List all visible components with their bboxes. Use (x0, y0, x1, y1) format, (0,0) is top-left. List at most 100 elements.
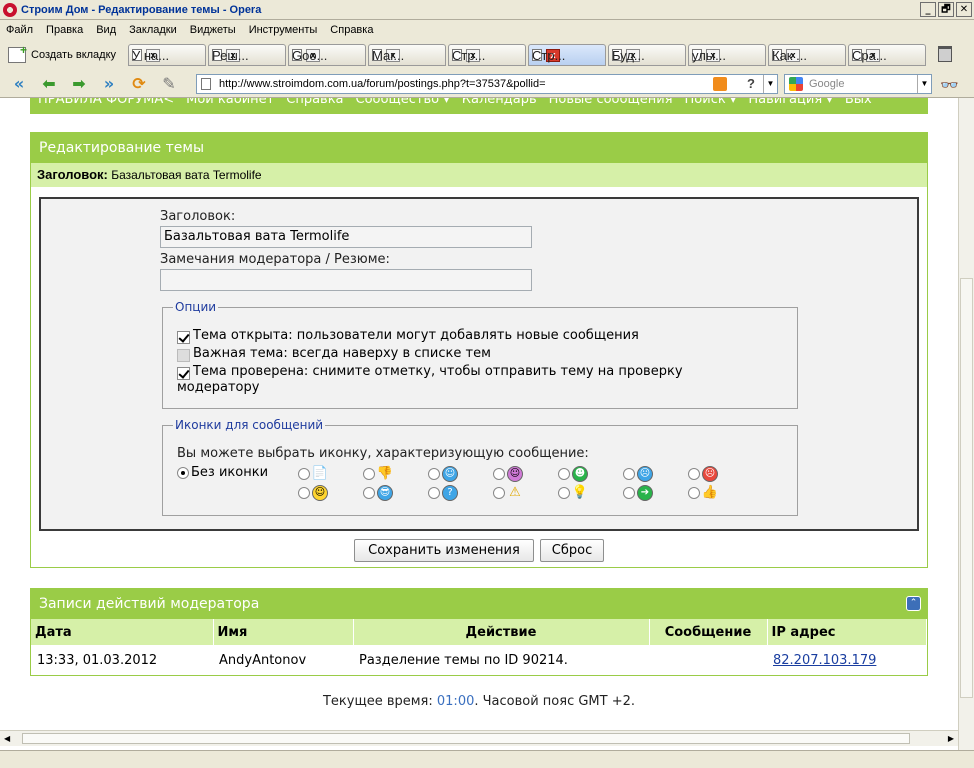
minimize-button[interactable]: _ (920, 2, 936, 17)
icon-option[interactable]: ☺ (428, 466, 458, 482)
scroll-right-icon[interactable]: ▶ (948, 734, 954, 743)
menu-bookmarks[interactable]: Закладки (129, 24, 177, 36)
tab[interactable]: Сра... x (848, 44, 926, 66)
nav-rules-link[interactable]: ПРАВИЛА ФОРУМА< (38, 98, 174, 107)
icon-option[interactable]: ➔ (623, 485, 653, 501)
icon-option[interactable]: ☻ (558, 466, 588, 482)
icon-option[interactable]: 📄 (298, 466, 328, 482)
icon-option[interactable]: ☹ (688, 466, 718, 482)
menu-help[interactable]: Справка (330, 24, 373, 36)
menu-file[interactable]: Файл (6, 24, 33, 36)
icon-option[interactable]: 👍 (688, 485, 718, 501)
ip-address-link[interactable]: 82.207.103.179 (773, 653, 876, 668)
nav-new-posts-link[interactable]: Новые сообщения (549, 98, 673, 107)
tab[interactable]: Маг... x (368, 44, 446, 66)
chevron-down-icon[interactable]: ▼ (763, 75, 777, 93)
scroll-left-icon[interactable]: ◀ (4, 734, 10, 743)
close-window-button[interactable]: ✕ (956, 2, 972, 17)
tab[interactable]: Стр... x (448, 44, 526, 66)
collapse-icon[interactable]: ⌃ (906, 596, 921, 611)
tab[interactable]: улы... x (688, 44, 766, 66)
tab-label: Стр... (532, 47, 566, 63)
thread-open-option[interactable]: Тема открыта: пользователи могут добавля… (177, 328, 639, 344)
tab-label: Буд... (612, 47, 645, 63)
icon-radio[interactable] (428, 468, 440, 480)
glasses-icon[interactable]: 👓 (940, 76, 959, 94)
reload-icon[interactable]: ⟳ (128, 74, 150, 94)
nav-logout-link[interactable]: Вых (845, 98, 872, 107)
save-changes-button[interactable]: Сохранить изменения (354, 539, 534, 562)
icon-radio[interactable] (298, 468, 310, 480)
thread-sticky-option[interactable]: Важная тема: всегда наверху в списке тем (177, 346, 491, 362)
icon-radio[interactable] (558, 487, 570, 499)
icon-radio[interactable] (493, 468, 505, 480)
icon-option[interactable]: 💡 (558, 485, 588, 501)
tab[interactable]: У на... x (128, 44, 206, 66)
new-tab-button[interactable]: Создать вкладку (0, 43, 128, 63)
icon-option[interactable]: ⚠ (493, 485, 523, 501)
thread-title-bar: Заголовок: Базальтовая вата Termolife (31, 163, 927, 187)
icon-radio[interactable] (493, 487, 505, 499)
nav-navigation-link[interactable]: Навигация ▾ (748, 98, 832, 107)
search-placeholder: Google (809, 78, 845, 90)
title-field[interactable]: Базальтовая вата Termolife (160, 226, 532, 248)
nav-calendar-link[interactable]: Календарь (462, 98, 537, 107)
menu-tools[interactable]: Инструменты (249, 24, 318, 36)
icon-radio[interactable] (363, 487, 375, 499)
tab-active[interactable]: Стр... x (528, 44, 606, 66)
help-icon[interactable]: ? (743, 76, 759, 92)
tab-label: Маг... (372, 47, 405, 63)
horizontal-scrollbar[interactable]: ◀ ▶ (0, 730, 958, 746)
options-legend: Опции (175, 300, 217, 314)
menu-view[interactable]: Вид (96, 24, 116, 36)
icon-radio[interactable] (623, 468, 635, 480)
rss-icon[interactable] (713, 77, 727, 91)
restore-button[interactable]: 🗗 (938, 2, 954, 17)
icon-radio[interactable] (558, 468, 570, 480)
icon-option[interactable]: ☺ (298, 485, 328, 501)
thread-moderated-checkbox[interactable] (177, 367, 190, 380)
chevron-down-icon[interactable]: ▼ (917, 75, 931, 93)
edit-pen-icon[interactable]: ✎ (158, 74, 180, 94)
tab[interactable]: Реш... x (208, 44, 286, 66)
notes-field[interactable] (160, 269, 532, 291)
back-icon[interactable]: ⬅ (38, 74, 60, 94)
icon-option[interactable]: 😎 (363, 485, 393, 501)
icon-option[interactable]: 👎 (363, 466, 393, 482)
icon-radio[interactable] (298, 487, 310, 499)
icon-option[interactable]: ☹ (623, 466, 653, 482)
rewind-icon[interactable]: « (8, 74, 30, 94)
nav-help-link[interactable]: Справка (286, 98, 343, 107)
nav-search-link[interactable]: Поиск ▾ (685, 98, 737, 107)
icon-radio[interactable] (428, 487, 440, 499)
nav-cabinet-link[interactable]: Мой кабинет (186, 98, 274, 107)
vertical-scroll-thumb[interactable] (960, 278, 973, 698)
menu-edit[interactable]: Правка (46, 24, 83, 36)
icon-radio[interactable] (177, 466, 189, 479)
icon-radio[interactable] (623, 487, 635, 499)
fast-forward-icon[interactable]: » (98, 74, 120, 94)
icon-radio[interactable] (363, 468, 375, 480)
thread-open-checkbox[interactable] (177, 331, 190, 344)
menu-widgets[interactable]: Виджеты (190, 24, 236, 36)
icon-option[interactable]: ☺ (493, 466, 523, 482)
horizontal-scroll-thumb[interactable] (22, 733, 910, 744)
tab[interactable]: Как ... x (768, 44, 846, 66)
vertical-scrollbar[interactable] (958, 98, 974, 750)
trash-icon[interactable] (938, 46, 952, 62)
tab[interactable]: Goo... x (288, 44, 366, 66)
thread-sticky-checkbox[interactable] (177, 349, 190, 362)
thread-moderated-option[interactable]: Тема проверена: снимите отметку, чтобы о… (177, 364, 683, 395)
address-bar[interactable]: http://www.stroimdom.com.ua/forum/postin… (196, 74, 778, 94)
nav-community-link[interactable]: Сообщество ▾ (356, 98, 450, 107)
edit-thread-panel: Редактирование темы Заголовок: Базальтов… (30, 132, 928, 568)
icon-option[interactable]: ? (428, 485, 458, 501)
tab[interactable]: Буд... x (608, 44, 686, 66)
forward-icon[interactable]: ➡ (68, 74, 90, 94)
icon-option-none[interactable]: Без иконки (177, 465, 268, 480)
moderator-log-title: Записи действий модератора (39, 596, 260, 612)
search-input[interactable]: Google ▼ (784, 74, 932, 94)
icon-radio[interactable] (688, 487, 700, 499)
reset-button[interactable]: Сброс (540, 539, 604, 562)
icon-radio[interactable] (688, 468, 700, 480)
